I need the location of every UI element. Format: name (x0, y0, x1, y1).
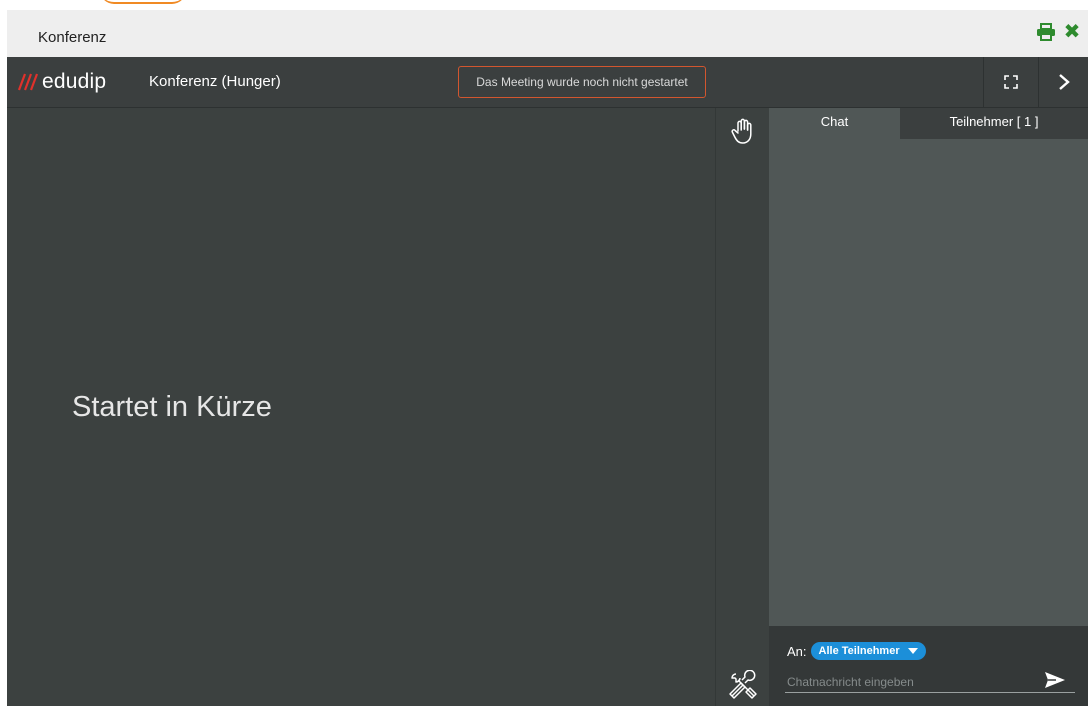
tools-button[interactable] (728, 669, 758, 700)
edudip-logo: edudip (18, 67, 106, 97)
conference-app: edudip Konferenz (Hunger) Das Meeting wu… (7, 57, 1088, 706)
app-bar: edudip Konferenz (Hunger) Das Meeting wu… (7, 57, 1088, 108)
dialog-header: Konferenz ✖ (7, 10, 1088, 57)
chat-message-input[interactable] (785, 671, 1075, 693)
send-button[interactable] (1044, 670, 1066, 690)
logo-slashes-icon (18, 73, 39, 91)
tab-participants[interactable]: Teilnehmer [ 1 ] (900, 108, 1088, 139)
recipient-label: An: (787, 643, 807, 659)
meeting-title: Konferenz (Hunger) (149, 73, 281, 90)
print-icon[interactable] (1036, 23, 1056, 41)
logo-text: edudip (42, 70, 107, 93)
meeting-status: Das Meeting wurde noch nicht gestartet (458, 66, 706, 98)
raise-hand-button[interactable] (730, 117, 756, 145)
recipient-value: Alle Teilnehmer (818, 645, 900, 657)
tool-column (715, 108, 770, 706)
chevron-down-icon (907, 648, 918, 654)
dialog-title: Konferenz (38, 29, 107, 46)
chat-footer: An: Alle Teilnehmer (769, 626, 1088, 706)
stage-message: Startet in Kürze (72, 391, 272, 423)
fullscreen-icon (1004, 75, 1018, 89)
tools-icon (729, 669, 757, 699)
close-icon[interactable]: ✖ (1062, 22, 1082, 42)
collapse-panel-button[interactable] (1039, 57, 1088, 107)
fullscreen-button[interactable] (984, 57, 1038, 107)
decorative-arc (100, 0, 186, 4)
panel-tabs: Chat Teilnehmer [ 1 ] (769, 108, 1088, 139)
tab-chat[interactable]: Chat (769, 108, 900, 139)
raise-hand-icon (731, 118, 752, 144)
chevron-right-icon (1058, 74, 1070, 90)
send-icon (1045, 672, 1065, 688)
presentation-stage: Startet in Kürze (7, 108, 715, 706)
conference-dialog: Konferenz ✖ edudip Konferenz (Hunger) Da… (7, 10, 1088, 706)
recipient-dropdown[interactable]: Alle Teilnehmer (810, 642, 926, 660)
side-panel: Chat Teilnehmer [ 1 ] An: Alle Teilnehme… (769, 108, 1088, 706)
recipient-row: An: Alle Teilnehmer (787, 642, 926, 660)
